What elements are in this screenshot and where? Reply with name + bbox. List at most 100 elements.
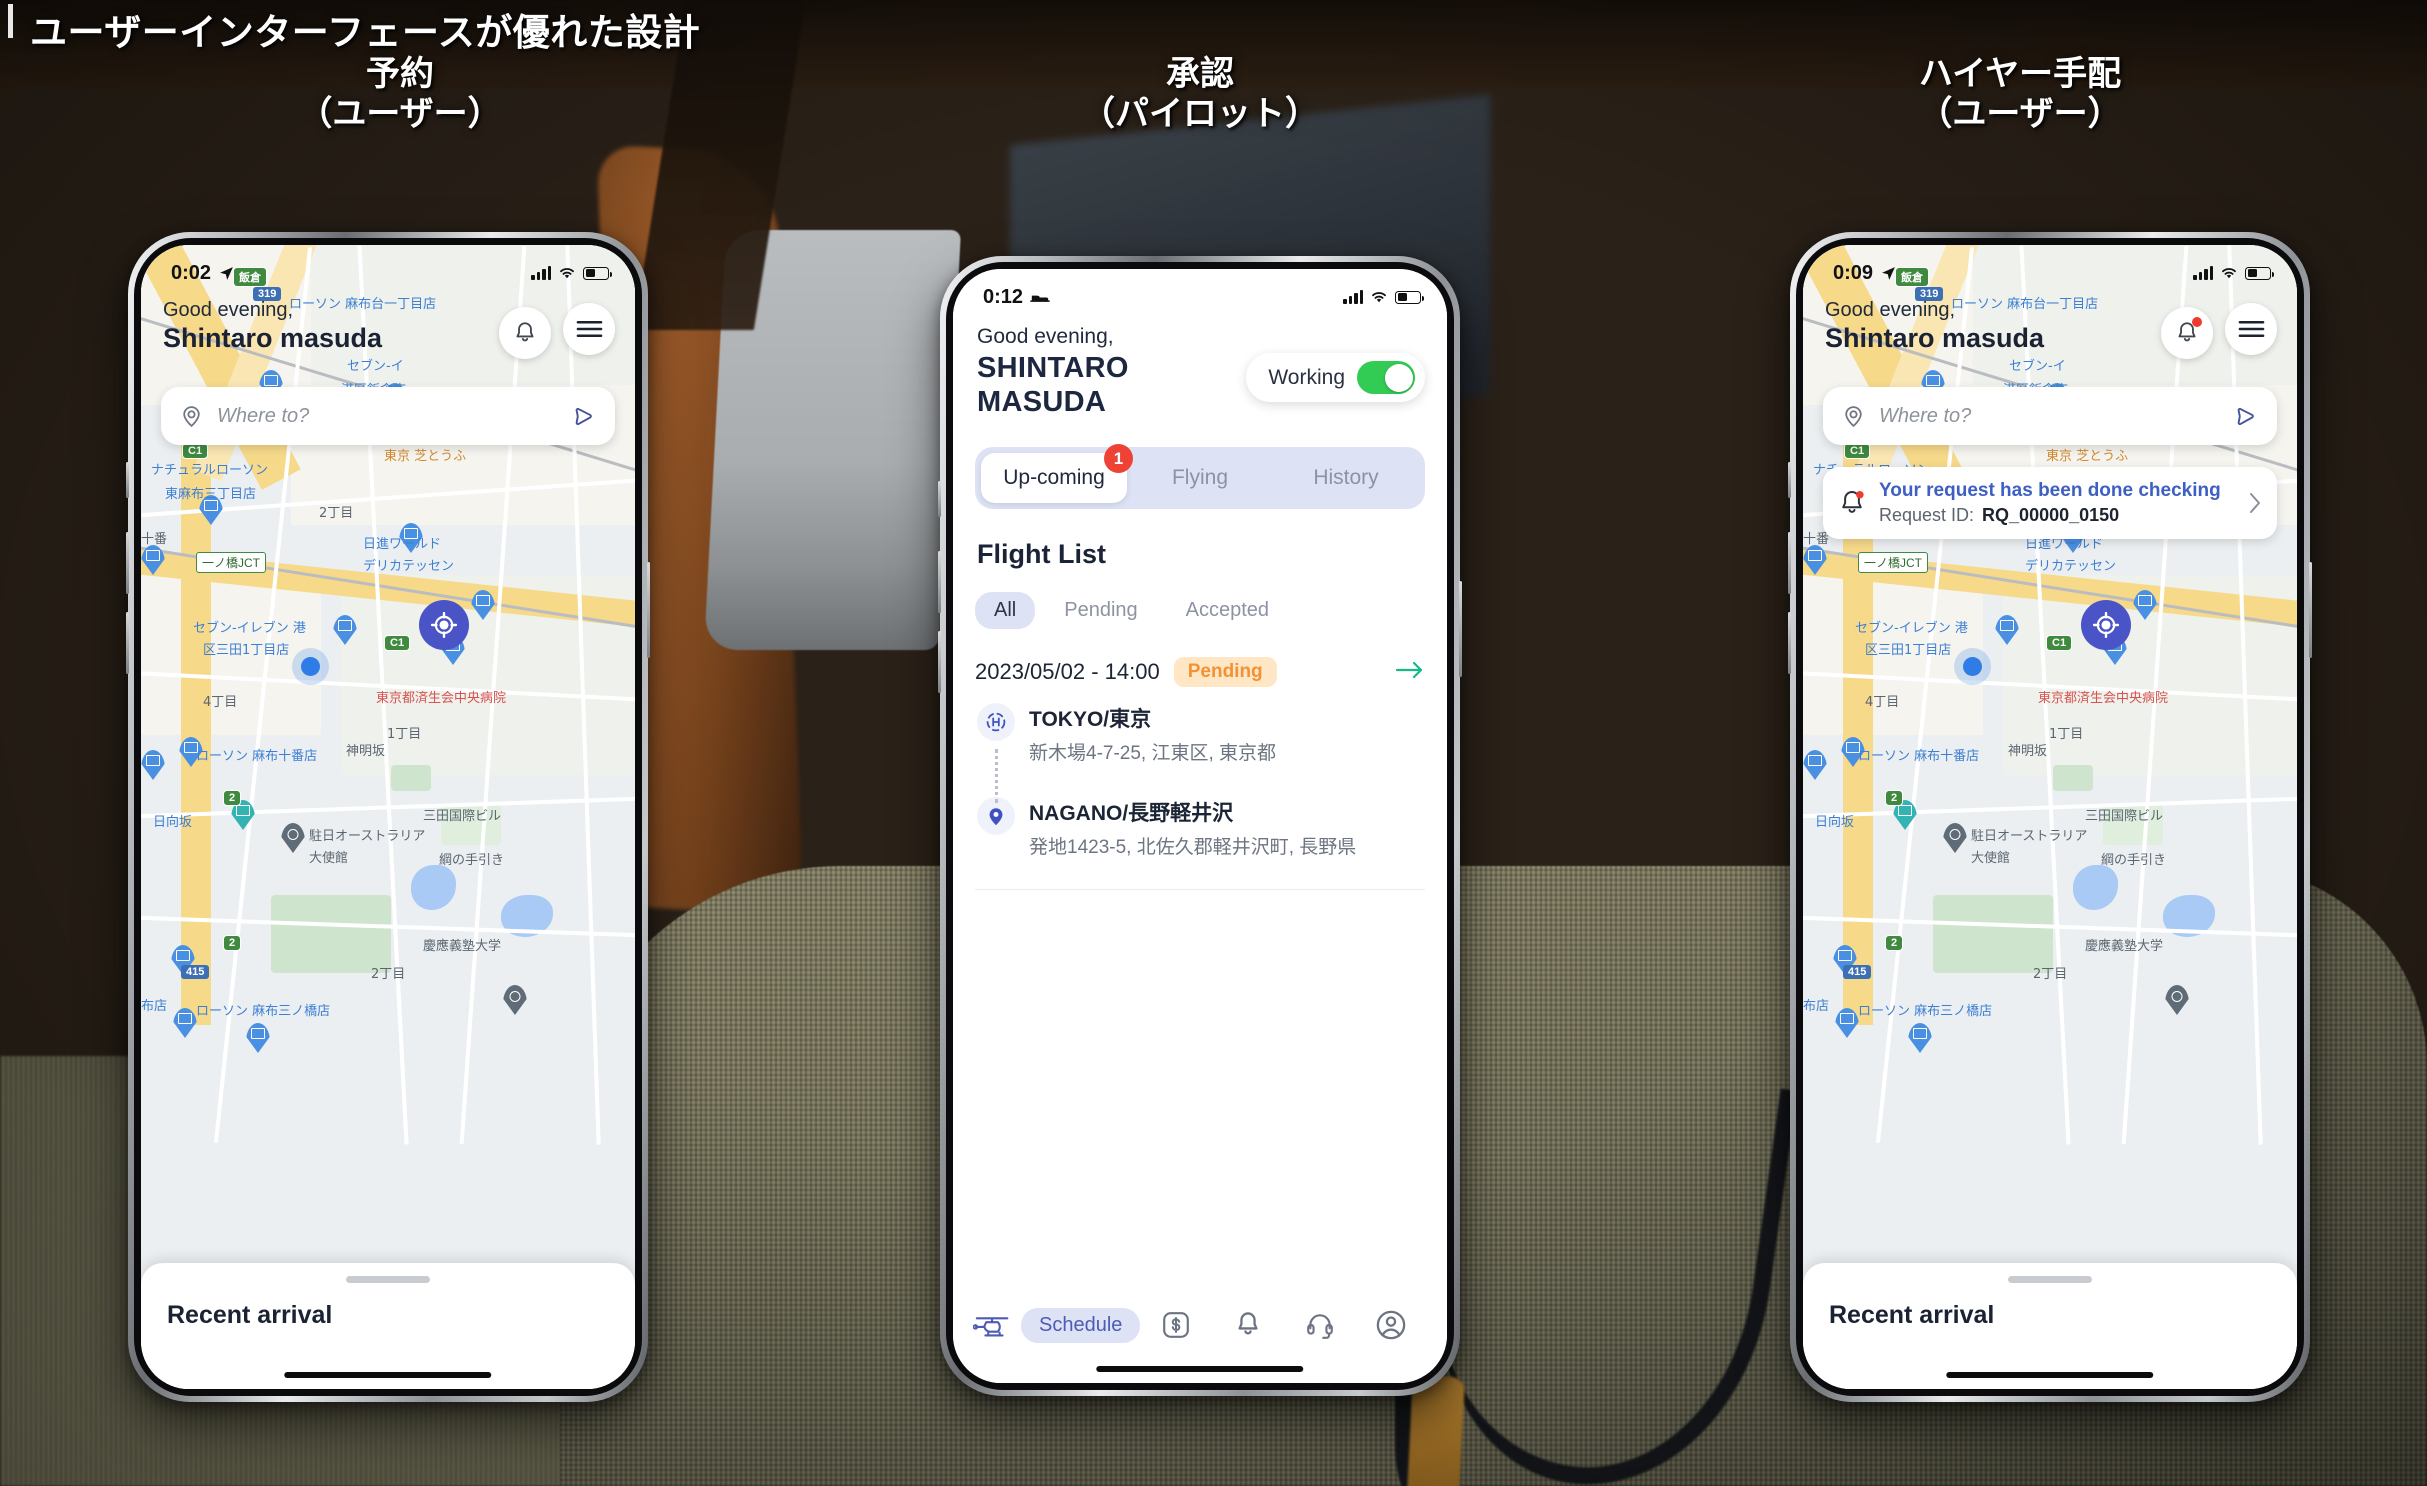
recent-arrival-sheet[interactable]: Recent arrival: [1803, 1263, 2297, 1389]
tab-history[interactable]: History: [1273, 453, 1419, 503]
location-arrow-icon: [220, 266, 233, 280]
chevron-right-icon[interactable]: [2247, 490, 2263, 516]
map-poi-label: 布店: [1803, 999, 1830, 1014]
flight-card-header[interactable]: 2023/05/02 - 14:00 Pending: [975, 657, 1425, 688]
map-poi-label: 神明坂: [2008, 744, 2048, 759]
wifi-icon: [2222, 268, 2236, 279]
bed-icon: [1030, 295, 1050, 302]
search-input[interactable]: Where to?: [217, 405, 570, 428]
map-poi-label: デリカテッセン: [363, 559, 455, 574]
map-pin[interactable]: [141, 750, 165, 780]
tab-upcoming[interactable]: Up-coming 1: [981, 444, 1133, 504]
filter-pending[interactable]: Pending: [1045, 592, 1156, 629]
map-road-badge: 2: [1885, 935, 1904, 951]
map-pin[interactable]: [1835, 1008, 1859, 1038]
bell-alert-icon: [1837, 488, 1867, 518]
destination-search-bar[interactable]: Where to?: [1823, 387, 2277, 445]
filter-chips[interactable]: All Pending Accepted: [975, 592, 1447, 630]
flight-datetime: 2023/05/02 - 14:00: [975, 659, 1160, 685]
search-input[interactable]: Where to?: [1879, 405, 2232, 428]
map-pin[interactable]: [1803, 750, 1827, 780]
current-position-dot: [1963, 657, 1982, 676]
destination-search-bar[interactable]: Where to?: [161, 387, 615, 445]
volume-up-button[interactable]: [1788, 532, 1791, 594]
sheet-grabber[interactable]: [2008, 1276, 2092, 1283]
greeting-line1: Good evening,: [1825, 299, 1956, 321]
status-time: 0:02: [171, 261, 212, 284]
power-button[interactable]: [647, 562, 650, 658]
map-pin-school[interactable]: [2165, 985, 2189, 1015]
notifications-button[interactable]: [499, 307, 551, 359]
wifi-icon: [560, 268, 574, 279]
schedule-label: Schedule: [1021, 1307, 1141, 1343]
location-target-icon: [183, 405, 200, 427]
map-pin[interactable]: [173, 1008, 197, 1038]
recenter-location-button[interactable]: [2081, 600, 2131, 650]
arrow-right-icon[interactable]: [1395, 659, 1425, 685]
send-icon[interactable]: [2232, 403, 2259, 430]
account-circle-icon: [1376, 1310, 1406, 1340]
helipad-icon: [977, 703, 1015, 742]
send-icon[interactable]: [570, 403, 597, 430]
working-label: Working: [1268, 365, 1345, 389]
route-leg-destination[interactable]: NAGANO/長野軽井沢 発地1423-5, 北佐久郡軽井沢町, 長野県: [977, 797, 1423, 859]
status-tabs[interactable]: Up-coming 1 Flying History: [975, 444, 1425, 510]
menu-button[interactable]: [2225, 303, 2277, 355]
greeting-line1: Good evening,: [977, 325, 1114, 348]
mute-switch[interactable]: [938, 481, 941, 517]
map-poi-label: 日進ワールド: [363, 537, 442, 552]
map-poi-label: ローソン 麻布三ノ橋店: [196, 1004, 331, 1019]
tab-support[interactable]: [1284, 1311, 1356, 1339]
tab-flying[interactable]: Flying: [1127, 453, 1273, 503]
pilot-name: SHINTARO MASUDA: [977, 352, 1129, 418]
map-poi-label: 神明坂: [346, 744, 386, 759]
tab-schedule[interactable]: Schedule: [973, 1307, 1141, 1343]
filter-accepted[interactable]: Accepted: [1167, 592, 1288, 629]
recenter-location-button[interactable]: [419, 600, 469, 650]
power-button[interactable]: [2309, 562, 2312, 658]
greeting-line2: Shintaro masuda: [163, 323, 383, 353]
map-pin-embassy[interactable]: [281, 823, 305, 853]
tab-payments[interactable]: [1140, 1310, 1212, 1340]
screen: 飯倉ローソン 麻布台一丁目店319セブン-イ港区飯倉店C1ナチュラルローソン東麻…: [1803, 245, 2297, 1389]
map-road-badge: 2: [1885, 790, 1904, 806]
map-road-badge: 2: [223, 935, 242, 951]
route-leg-origin[interactable]: TOKYO/東京 新木場4-7-25, 江東区, 東京都: [977, 703, 1423, 765]
volume-down-button[interactable]: [1788, 612, 1791, 674]
request-status-card[interactable]: Your request has been done checking Requ…: [1823, 467, 2277, 539]
current-position-dot: [301, 657, 320, 676]
power-button[interactable]: [1459, 581, 1462, 677]
filter-all[interactable]: All: [975, 592, 1036, 630]
map-poi-label: 大使館: [309, 851, 349, 866]
mute-switch[interactable]: [1788, 462, 1791, 498]
map-poi-label: ナチュラルローソン: [151, 463, 269, 478]
map-road-badge: C1: [182, 443, 209, 459]
tab-notifications[interactable]: [1212, 1310, 1284, 1340]
tab-account[interactable]: [1355, 1309, 1427, 1341]
working-toggle-group[interactable]: Working: [1246, 353, 1425, 402]
volume-up-button[interactable]: [126, 532, 129, 594]
map-poi-label: 東京都済生会中央病院: [376, 691, 507, 706]
map-pin[interactable]: [246, 1023, 270, 1053]
column-title-reservation: 予約 （ユーザー）: [298, 55, 502, 133]
menu-button[interactable]: [563, 303, 615, 355]
map-poi-label: 駐日オーストラリア: [1971, 829, 2088, 844]
map-poi-label: 1丁目: [2049, 727, 2084, 742]
volume-down-button[interactable]: [938, 631, 941, 693]
volume-up-button[interactable]: [938, 551, 941, 613]
mute-switch[interactable]: [126, 462, 129, 498]
map-poi-label: 日向坂: [153, 815, 193, 830]
volume-down-button[interactable]: [126, 612, 129, 674]
list-divider: [975, 889, 1425, 891]
notifications-button[interactable]: [2161, 307, 2213, 359]
recent-arrival-sheet[interactable]: Recent arrival: [141, 1263, 635, 1389]
map-pin-embassy[interactable]: [1943, 823, 1967, 853]
working-toggle[interactable]: [1357, 361, 1415, 394]
status-bar: 0:12: [953, 269, 1447, 315]
status-time: 0:12: [983, 285, 1024, 308]
status-bar: 0:09: [1803, 245, 2297, 291]
map-pin-school[interactable]: [503, 985, 527, 1015]
map-pin[interactable]: [1908, 1023, 1932, 1053]
sheet-grabber[interactable]: [346, 1276, 430, 1283]
phone-hire: 飯倉ローソン 麻布台一丁目店319セブン-イ港区飯倉店C1ナチュラルローソン東麻…: [1788, 232, 2312, 1402]
